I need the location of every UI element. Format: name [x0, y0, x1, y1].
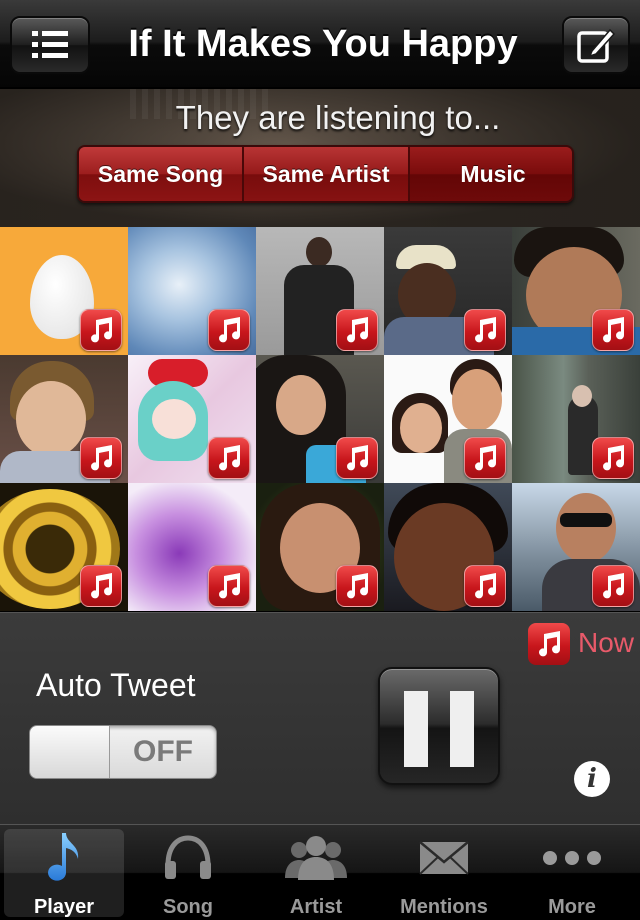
- info-button[interactable]: i: [574, 761, 610, 797]
- music-note-icon: [475, 573, 497, 599]
- music-badge: [592, 309, 634, 351]
- music-badge: [208, 309, 250, 351]
- segment-music[interactable]: Music: [410, 147, 572, 201]
- listener-tile[interactable]: [384, 227, 512, 355]
- list-icon: [32, 31, 68, 58]
- music-note-icon: [91, 445, 113, 471]
- music-badge: [208, 437, 250, 479]
- listener-tile[interactable]: [128, 227, 256, 355]
- toggle-state: OFF: [133, 735, 193, 768]
- music-badge: [592, 437, 634, 479]
- music-note-icon: [603, 573, 625, 599]
- pause-icon: [404, 691, 474, 767]
- menu-button[interactable]: [10, 16, 90, 74]
- filter-segmented-control: Same Song Same Artist Music: [77, 145, 574, 203]
- music-note-icon: [48, 833, 79, 881]
- listener-tile[interactable]: [256, 483, 384, 611]
- music-note-icon: [603, 317, 625, 343]
- tab-label: Artist: [289, 896, 343, 918]
- toggle-knob[interactable]: [30, 726, 110, 778]
- music-badge: [336, 565, 378, 607]
- music-badge: [464, 565, 506, 607]
- listener-tile[interactable]: [0, 355, 128, 483]
- person-head: [306, 237, 332, 267]
- listener-tile[interactable]: [128, 355, 256, 483]
- person-head: [400, 403, 442, 453]
- tab-label: More: [548, 896, 596, 918]
- segment-same-artist[interactable]: Same Artist: [244, 147, 410, 201]
- music-badge: [336, 437, 378, 479]
- auto-tweet-label: Auto Tweet: [36, 667, 196, 703]
- people-icon: [285, 836, 347, 880]
- tab-mentions[interactable]: Mentions: [380, 825, 508, 920]
- page-title: If It Makes You Happy: [128, 23, 518, 65]
- music-note-icon: [219, 445, 241, 471]
- music-note-icon: [347, 445, 369, 471]
- music-badge: [336, 309, 378, 351]
- listener-tile[interactable]: [256, 355, 384, 483]
- more-dots-icon: [543, 851, 601, 865]
- music-note-icon: [219, 317, 241, 343]
- music-note-icon: [347, 317, 369, 343]
- listener-tile[interactable]: [384, 355, 512, 483]
- music-badge: [80, 565, 122, 607]
- listener-tile[interactable]: [512, 227, 640, 355]
- music-note-icon: [219, 573, 241, 599]
- music-badge: [592, 565, 634, 607]
- listeners-grid: [0, 227, 640, 611]
- now-playing-button[interactable]: [528, 623, 570, 665]
- music-badge: [464, 437, 506, 479]
- compose-icon: [577, 28, 616, 63]
- listener-tile[interactable]: [128, 483, 256, 611]
- person-head: [572, 385, 592, 407]
- music-note-icon: [475, 317, 497, 343]
- music-note-icon: [539, 631, 561, 657]
- tab-bar: Player Song Artist Mentions More: [0, 824, 640, 920]
- banner-heading: They are listening to...: [175, 99, 501, 136]
- listener-tile[interactable]: [512, 355, 640, 483]
- sunglasses: [560, 513, 612, 527]
- person-head: [556, 493, 616, 563]
- listener-tile[interactable]: [0, 227, 128, 355]
- listener-tile[interactable]: [0, 483, 128, 611]
- tab-label: Mentions: [400, 896, 488, 918]
- tab-artist[interactable]: Artist: [252, 825, 380, 920]
- segment-same-song[interactable]: Same Song: [79, 147, 244, 201]
- music-badge: [80, 309, 122, 351]
- headphones-icon: [165, 835, 211, 879]
- player-panel: Now Auto Tweet OFF i: [0, 612, 640, 824]
- tab-more[interactable]: More: [508, 825, 636, 920]
- tab-label: Song: [163, 896, 213, 918]
- music-badge: [80, 437, 122, 479]
- person-head: [276, 375, 326, 435]
- music-badge: [208, 565, 250, 607]
- envelope-icon: [419, 841, 469, 875]
- listening-banner: They are listening to... Same Song Same …: [0, 89, 640, 227]
- person-head: [16, 381, 86, 457]
- music-note-icon: [91, 317, 113, 343]
- listener-tile[interactable]: [512, 483, 640, 611]
- listener-tile[interactable]: [256, 227, 384, 355]
- compose-button[interactable]: [562, 16, 630, 74]
- pause-button[interactable]: [378, 667, 500, 785]
- music-note-icon: [475, 445, 497, 471]
- listener-tile[interactable]: [384, 483, 512, 611]
- auto-tweet-toggle[interactable]: OFF: [29, 725, 217, 779]
- music-badge: [464, 309, 506, 351]
- tab-player[interactable]: Player: [4, 829, 124, 918]
- navigation-bar: If It Makes You Happy: [0, 0, 640, 88]
- person-head: [452, 369, 502, 431]
- music-note-icon: [347, 573, 369, 599]
- music-note-icon: [91, 573, 113, 599]
- music-note-icon: [603, 445, 625, 471]
- tab-label: Player: [33, 896, 95, 918]
- now-playing-label[interactable]: Now: [578, 627, 634, 659]
- anime-face: [152, 399, 196, 439]
- tab-song[interactable]: Song: [124, 825, 252, 920]
